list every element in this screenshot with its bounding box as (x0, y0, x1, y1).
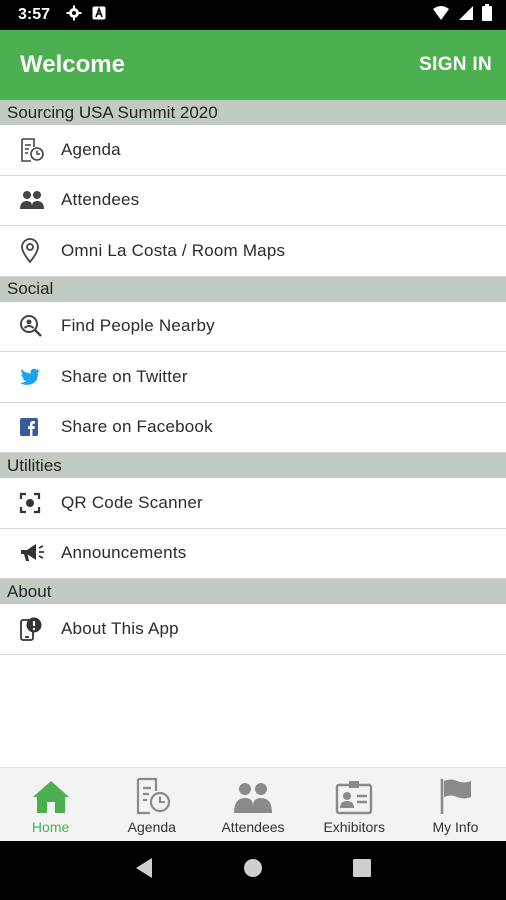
find-people-icon (0, 314, 61, 338)
menu-item-twitter[interactable]: Share on Twitter (0, 352, 506, 403)
menu-item-room-maps[interactable]: Omni La Costa / Room Maps (0, 226, 506, 277)
nav-item-exhibitors[interactable]: Exhibitors (304, 768, 405, 841)
exhibitors-icon (334, 775, 374, 815)
wifi-icon (432, 5, 450, 26)
menu-list: Sourcing USA Summit 2020 Agenda Attendee… (0, 100, 506, 655)
nav-label-attendees: Attendees (221, 818, 285, 835)
menu-item-label: Share on Facebook (61, 417, 213, 437)
map-pin-icon (0, 237, 61, 264)
menu-item-announcements[interactable]: Announcements (0, 528, 506, 579)
flag-icon (435, 775, 475, 815)
battery-icon (482, 4, 492, 26)
menu-item-label: Announcements (61, 543, 187, 563)
people-icon (233, 775, 273, 815)
nav-label-my-info: My Info (432, 818, 479, 835)
status-time: 3:57 (18, 6, 51, 23)
menu-item-facebook[interactable]: Share on Facebook (0, 402, 506, 453)
nav-item-agenda[interactable]: Agenda (101, 768, 202, 841)
app-bar: Welcome SIGN IN (0, 30, 506, 100)
nav-label-agenda: Agenda (127, 818, 176, 835)
page-title: Welcome (20, 51, 125, 78)
qr-scanner-icon (0, 492, 61, 514)
menu-item-attendees[interactable]: Attendees (0, 175, 506, 226)
home-icon (31, 775, 71, 815)
home-circle-icon[interactable] (242, 857, 264, 884)
back-icon[interactable] (134, 857, 154, 884)
gear-icon (66, 5, 82, 26)
menu-item-label: Attendees (61, 190, 140, 210)
section-header-utilities: Utilities (0, 453, 506, 478)
nav-item-home[interactable]: Home (0, 768, 101, 841)
menu-item-qr-scanner[interactable]: QR Code Scanner (0, 478, 506, 529)
twitter-icon (0, 368, 61, 386)
sign-in-button[interactable]: SIGN IN (419, 54, 492, 76)
megaphone-icon (0, 542, 61, 564)
people-icon (0, 189, 61, 211)
nav-item-my-info[interactable]: My Info (405, 768, 506, 841)
menu-item-find-people[interactable]: Find People Nearby (0, 301, 506, 352)
system-nav-bar (0, 841, 506, 900)
menu-item-label: QR Code Scanner (61, 492, 203, 512)
section-header-about: About (0, 579, 506, 604)
section-header-social: Social (0, 276, 506, 302)
status-bar: 3:57 (0, 0, 506, 30)
menu-item-label: About This App (61, 618, 179, 638)
menu-item-about-app[interactable]: About This App (0, 604, 506, 655)
section-header-event: Sourcing USA Summit 2020 (0, 100, 506, 125)
menu-item-label: Omni La Costa / Room Maps (61, 240, 286, 260)
facebook-icon (0, 417, 61, 437)
signal-icon (458, 5, 474, 26)
agenda-icon (132, 775, 172, 815)
agenda-icon (0, 137, 61, 163)
nav-label-home: Home (31, 818, 70, 835)
nav-label-exhibitors: Exhibitors (323, 818, 385, 835)
menu-item-label: Agenda (61, 139, 121, 159)
recents-icon[interactable] (352, 858, 372, 883)
nav-item-attendees[interactable]: Attendees (202, 768, 303, 841)
notification-a-icon (92, 6, 106, 25)
bottom-nav: Home Agenda Attendees Exhibitors My Info (0, 767, 506, 841)
menu-item-agenda[interactable]: Agenda (0, 125, 506, 176)
info-icon (0, 616, 61, 642)
menu-item-label: Share on Twitter (61, 366, 188, 386)
menu-item-label: Find People Nearby (61, 316, 215, 336)
